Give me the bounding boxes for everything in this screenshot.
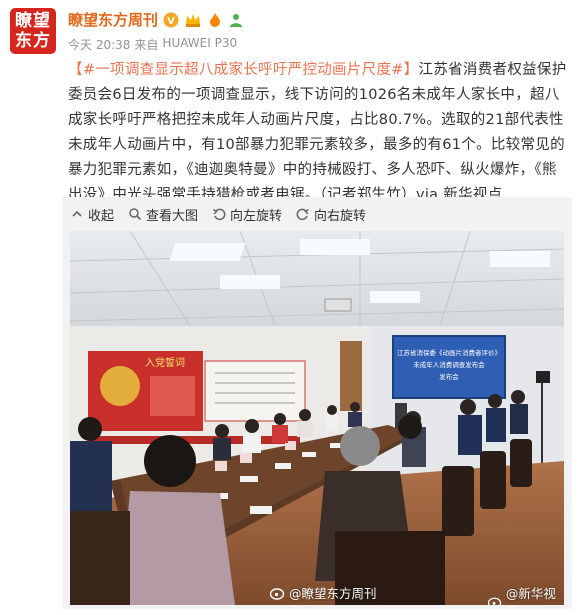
hashtag-text: #一项调查显示超八成家长呼吁严控动画片尺度# [82, 62, 404, 78]
post-body: 【#一项调查显示超八成家长呼吁严控动画片尺度#】江苏省消费者权益保护委员会6日发… [68, 58, 568, 208]
source-prefix: 来自 [134, 38, 159, 52]
post-header: 瞭望 东方 瞭望东方周刊 V 今天 20:38 来自 HUAWEI P30 [0, 0, 580, 62]
view-large-label: 查看大图 [146, 208, 199, 224]
search-icon [129, 208, 142, 221]
rotate-right-button[interactable]: 向右旋转 [296, 205, 366, 224]
image-viewer: 收起 查看大图 向左旋转 向右旋转 入党誓词 江苏省消保委《动画片消费者评价》 … [62, 197, 572, 609]
screen-text-3: 发布会 [439, 372, 459, 381]
watermark-left: @瞭望东方周刊 [270, 583, 377, 602]
weibo-logo-icon [488, 597, 502, 605]
verified-icon: V [163, 12, 179, 28]
fan-group-icon [228, 12, 244, 28]
hashtag-link[interactable]: 【#一项调查显示超八成家长呼吁严控动画片尺度#】 [68, 62, 419, 78]
post-meta: 今天 20:38 来自 HUAWEI P30 [68, 36, 237, 53]
post-device: HUAWEI P30 [162, 36, 238, 50]
rotate-right-icon [296, 208, 309, 221]
collapse-label: 收起 [88, 208, 115, 224]
post-time[interactable]: 今天 20:38 [68, 36, 130, 53]
avatar-text-line2: 东方 [15, 31, 51, 51]
view-large-button[interactable]: 查看大图 [128, 205, 198, 224]
collapse-icon [72, 210, 82, 217]
author-row: 瞭望东方周刊 V [68, 9, 244, 30]
post-body-text: 江苏省消费者权益保护委员会6日发布的一项调查显示，线下访问的1026名未成年人家… [68, 62, 567, 203]
avatar-text-line1: 瞭望 [15, 11, 51, 31]
screen-text-2: 未成年人消费调查发布会 [413, 360, 485, 369]
author-name[interactable]: 瞭望东方周刊 [68, 9, 158, 30]
watermark-right-text: @新华视点 [505, 586, 556, 601]
weibo-logo-icon [270, 587, 285, 600]
hot-badge-icon [207, 12, 223, 28]
svg-text:V: V [167, 16, 175, 27]
watermark-left-text: @瞭望东方周刊 [289, 586, 377, 601]
rotate-right-label: 向右旋转 [314, 208, 367, 224]
collapse-button[interactable]: 收起 [70, 205, 114, 224]
rotate-left-button[interactable]: 向左旋转 [212, 205, 282, 224]
news-photo[interactable]: 入党誓词 江苏省消保委《动画片消费者评价》 未成年人消费调查发布会 发布会 @瞭… [70, 231, 564, 605]
image-toolbar: 收起 查看大图 向左旋转 向右旋转 [62, 197, 366, 231]
meeting-room-illustration: 入党誓词 江苏省消保委《动画片消费者评价》 未成年人消费调查发布会 发布会 [70, 231, 564, 605]
watermark-right: @新华视点 [488, 583, 564, 605]
member-crown-icon [184, 12, 202, 28]
screen-text-1: 江苏省消保委《动画片消费者评价》 [397, 348, 501, 357]
avatar[interactable]: 瞭望 东方 [10, 8, 56, 54]
rotate-left-icon [213, 208, 226, 221]
wall-sign-text: 入党誓词 [145, 356, 185, 369]
rotate-left-label: 向左旋转 [230, 208, 283, 224]
